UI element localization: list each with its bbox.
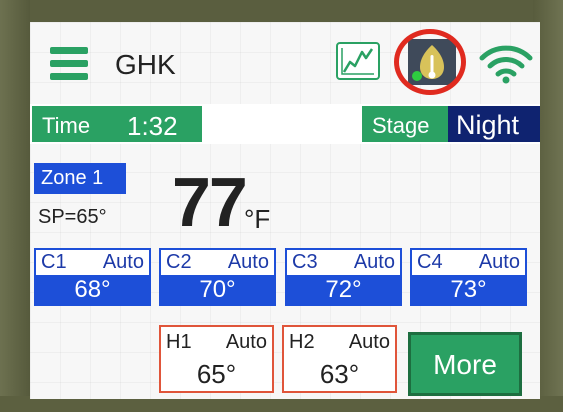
- stage-mode: Auto: [348, 331, 390, 353]
- cooling-stage-c2-button[interactable]: C2 Auto 70°: [159, 248, 276, 306]
- hamburger-menu-icon[interactable]: [50, 47, 88, 81]
- time-label: Time: [42, 113, 91, 138]
- wifi-icon[interactable]: [478, 44, 534, 84]
- chart-button[interactable]: [336, 42, 380, 80]
- stage-mode: Auto: [478, 251, 520, 273]
- weather-station-button[interactable]: [408, 39, 456, 85]
- stage-name: C4: [417, 251, 443, 273]
- stage-label-cell: Stage: [362, 106, 448, 142]
- setpoint-text: SP=65°: [38, 206, 107, 228]
- stage-mode: Auto: [353, 251, 395, 273]
- zone-selector[interactable]: Zone 1: [34, 163, 126, 194]
- more-button-label: More: [433, 349, 497, 380]
- cooling-stage-c4-button[interactable]: C4 Auto 73°: [410, 248, 527, 306]
- current-temperature: 77: [172, 163, 248, 241]
- weather-station-icon: [412, 45, 444, 81]
- cooling-stage-c1-button[interactable]: C1 Auto 68°: [34, 248, 151, 306]
- stage-setpoint: 68°: [36, 275, 149, 304]
- device-bezel-left: [0, 0, 30, 412]
- stage-mode: Auto: [225, 331, 267, 353]
- time-display: Time 1:32: [32, 106, 202, 142]
- stage-setpoint: 63°: [319, 359, 360, 389]
- stage-setpoint: 72°: [287, 275, 400, 304]
- stage-setpoint: 65°: [196, 359, 237, 389]
- stage-name: C3: [292, 251, 318, 273]
- stage-value-cell: Night: [448, 106, 540, 142]
- stage-mode: Auto: [227, 251, 269, 273]
- stage-label: Stage: [372, 113, 430, 138]
- time-value: 1:32: [127, 111, 178, 141]
- zone-name: Zone 1: [41, 167, 104, 189]
- stage-name: C2: [166, 251, 192, 273]
- temperature-unit: °F: [244, 204, 271, 234]
- stage-value: Night: [456, 110, 520, 140]
- stage-setpoint: 70°: [161, 275, 274, 304]
- controller-title: GHK: [115, 49, 176, 80]
- device-bezel-top: [0, 0, 563, 22]
- stage-name: C1: [41, 251, 67, 273]
- heating-stage-h2-button[interactable]: H2 Auto 63°: [282, 325, 397, 393]
- cooling-stage-c3-button[interactable]: C3 Auto 72°: [285, 248, 402, 306]
- stage-mode: Auto: [102, 251, 144, 273]
- line-chart-icon: [341, 48, 374, 75]
- heating-stage-h1-button[interactable]: H1 Auto 65°: [159, 325, 274, 393]
- stage-name: H2: [289, 331, 315, 353]
- stage-setpoint: 73°: [412, 275, 525, 304]
- more-button[interactable]: More: [408, 332, 522, 396]
- stage-name: H1: [166, 331, 192, 353]
- controller-screen: GHK Time 1:32 Stage Night Zone 1 SP=65° …: [30, 22, 540, 399]
